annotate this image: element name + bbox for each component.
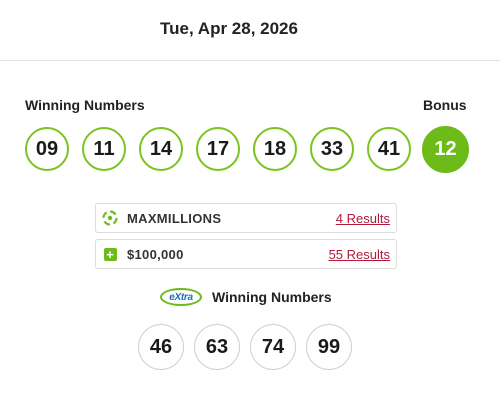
results-link[interactable]: 4 Results [336,211,390,226]
number-ball: 11 [82,127,126,171]
prize-row-maxmillions: MAXMILLIONS 4 Results [95,203,397,233]
number-ball: 17 [196,127,240,171]
prize-row-100000: + $100,000 55 Results [95,239,397,269]
number-ball: 09 [25,127,69,171]
maxmillions-icon [102,210,118,226]
number-ball: 14 [139,127,183,171]
prize-name: MAXMILLIONS [127,210,222,226]
extra-number-ball: 63 [194,324,240,370]
extra-logo: eXtra [160,288,202,306]
bonus-ball: 12 [422,126,469,173]
draw-date: Tue, Apr 28, 2026 [160,19,298,38]
divider [0,60,500,61]
winning-numbers-label: Winning Numbers [25,97,145,113]
extra-winning-numbers-label: Winning Numbers [212,289,332,305]
extra-number-ball: 46 [138,324,184,370]
number-ball: 18 [253,127,297,171]
number-ball: 33 [310,127,354,171]
bonus-label: Bonus [423,97,467,113]
extra-number-ball: 74 [250,324,296,370]
results-link[interactable]: 55 Results [329,247,390,262]
number-ball: 41 [367,127,411,171]
plus-icon: + [102,246,118,262]
extra-number-ball: 99 [306,324,352,370]
prize-name: $100,000 [127,246,184,262]
extra-header: eXtra Winning Numbers [160,288,332,306]
